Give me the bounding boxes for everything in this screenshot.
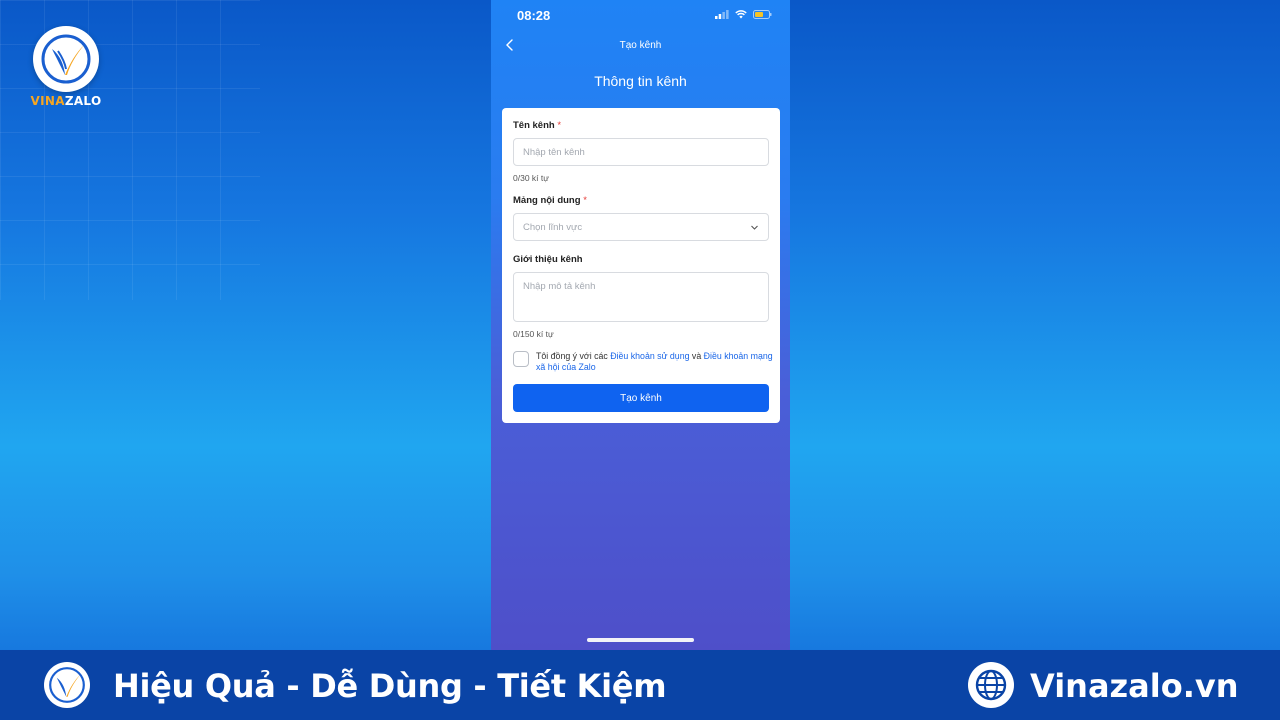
bottom-banner: Hiệu Quả - Dễ Dùng - Tiết Kiệm Vinazalo.… (0, 650, 1280, 720)
content-area-select[interactable]: Chọn lĩnh vực (513, 213, 769, 241)
chevron-down-icon (751, 225, 758, 230)
status-bar: 08:28 (491, 0, 790, 32)
home-indicator[interactable] (587, 638, 694, 642)
create-channel-button[interactable]: Tạo kênh (513, 384, 769, 412)
content-area-label: Mảng nội dung * (513, 195, 587, 206)
channel-form-card: Tên kênh * 0/30 kí tự Mảng nội dung * Ch… (502, 108, 780, 423)
vinazalo-logo-small-icon (44, 662, 90, 708)
battery-icon (753, 10, 772, 19)
terms-checkbox[interactable] (513, 351, 529, 367)
navigation-bar: Tạo kênh (491, 34, 790, 58)
content-area-placeholder: Chọn lĩnh vực (523, 222, 583, 233)
website-url[interactable]: Vinazalo.vn (1030, 667, 1239, 705)
terms-of-use-link[interactable]: Điều khoản sử dụng (610, 351, 689, 361)
wifi-icon (735, 10, 747, 19)
channel-name-input[interactable] (513, 138, 769, 166)
terms-text: Tôi đồng ý với các Điều khoản sử dụng và… (536, 351, 773, 372)
channel-name-label: Tên kênh * (513, 120, 562, 131)
vinazalo-logo-icon (33, 26, 99, 92)
phone-screen: 08:28 Tạo kênh Thông tin kênh Tên kênh *… (491, 0, 790, 650)
nav-title: Tạo kênh (619, 40, 662, 51)
description-textarea[interactable] (513, 272, 769, 322)
channel-name-counter: 0/30 kí tự (513, 173, 549, 183)
description-counter: 0/150 kí tự (513, 329, 554, 339)
status-icons (715, 10, 772, 19)
cellular-signal-icon (715, 10, 729, 19)
slogan: Hiệu Quả - Dễ Dùng - Tiết Kiệm (113, 667, 667, 705)
brand-logo: VINAZALO (26, 26, 106, 108)
description-label: Giới thiệu kênh (513, 254, 583, 265)
globe-icon (968, 662, 1014, 708)
brand-wordmark: VINAZALO (30, 94, 102, 108)
page-heading: Thông tin kênh (594, 73, 687, 89)
status-time: 08:28 (517, 8, 551, 23)
